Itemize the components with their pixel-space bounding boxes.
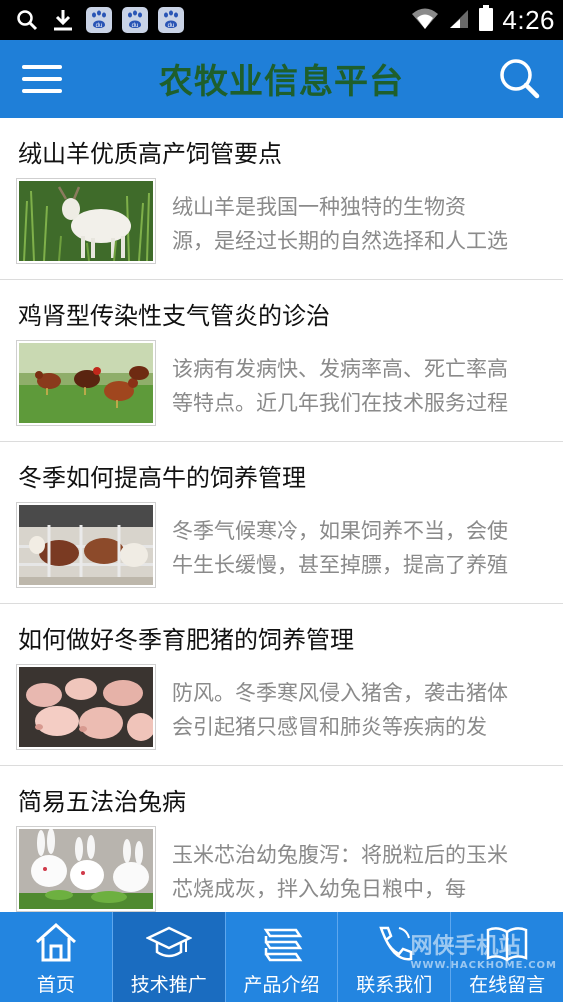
- phone-icon: [371, 920, 417, 964]
- svg-text:du: du: [132, 23, 139, 29]
- battery-icon: [478, 4, 494, 36]
- clock: 4:26: [502, 4, 555, 35]
- article-summary: 冬季气候寒冷，如果饲养不当，会使 牛生长缓慢，甚至掉膘，提高了养殖: [172, 519, 508, 577]
- article-title: 简易五法治兔病: [18, 788, 186, 816]
- list-item[interactable]: 如何做好冬季育肥猪的饲养管理 防风。冬季寒风侵入猪舍，袭击猪体 会引起猪只感冒和…: [0, 604, 563, 766]
- nav-label: 技术推广: [130, 974, 207, 996]
- download-icon: [50, 7, 76, 33]
- goat-photo: [16, 178, 156, 264]
- baidu-icon: du: [122, 7, 148, 33]
- baidu-icon: du: [86, 7, 112, 33]
- nav-contact[interactable]: 联系我们: [338, 912, 452, 1002]
- article-summary: 玉米芯治幼兔腹泻：将脱粒后的玉米 芯烧成灰，拌入幼兔日粮中，每: [172, 843, 508, 901]
- list-item[interactable]: 绒山羊优质高产饲管要点 绒山羊是我国一种独特的生物资 源，是经过长期的自然选择和…: [0, 118, 563, 280]
- cattle-photo: [16, 502, 156, 588]
- svg-text:du: du: [96, 23, 103, 29]
- nav-home[interactable]: 首页: [0, 912, 113, 1002]
- rabbits-photo: [16, 826, 156, 912]
- nav-tech-promotion[interactable]: 技术推广: [112, 912, 226, 1002]
- list-item[interactable]: 冬季如何提高牛的饲养管理 冬季气候寒冷，如果饲养不当，会使 牛生长缓慢，甚至掉膘…: [0, 442, 563, 604]
- status-bar: du du du 4:26: [0, 0, 563, 40]
- notification-icons: du du du: [14, 7, 184, 33]
- search-icon[interactable]: [497, 56, 541, 100]
- list-item[interactable]: 鸡肾型传染性支气管炎的诊治 该病有发病快、发病率高、死亡率高 等特点。近几年我们…: [0, 280, 563, 442]
- article-title: 绒山羊优质高产饲管要点: [18, 140, 282, 168]
- signal-icon: [448, 6, 470, 34]
- chickens-photo: [16, 340, 156, 426]
- book-icon: [484, 920, 530, 964]
- article-title: 如何做好冬季育肥猪的饲养管理: [18, 626, 354, 654]
- wifi-icon: [410, 6, 440, 34]
- article-title: 冬季如何提高牛的饲养管理: [18, 464, 306, 492]
- app-header: 农牧业信息平台: [0, 40, 563, 118]
- search-notification-icon: [14, 7, 40, 33]
- nav-label: 产品介绍: [243, 974, 320, 996]
- nav-label: 在线留言: [469, 974, 546, 996]
- nav-message[interactable]: 在线留言: [451, 912, 563, 1002]
- system-status: 4:26: [410, 4, 555, 36]
- pigs-photo: [16, 664, 156, 750]
- stack-icon: [258, 920, 304, 964]
- page-title: 农牧业信息平台: [159, 62, 404, 102]
- article-summary: 防风。冬季寒风侵入猪舍，袭击猪体 会引起猪只感冒和肺炎等疾病的发: [172, 681, 508, 739]
- article-summary: 该病有发病快、发病率高、死亡率高 等特点。近几年我们在技术服务过程: [172, 357, 508, 415]
- nav-label: 联系我们: [356, 974, 433, 996]
- baidu-icon: du: [158, 7, 184, 33]
- nav-label: 首页: [36, 974, 75, 996]
- bottom-nav: 首页 技术推广 产品介绍 联系我们 在线留言: [0, 912, 563, 1002]
- graduation-cap-icon: [144, 920, 193, 964]
- article-title: 鸡肾型传染性支气管炎的诊治: [18, 302, 330, 330]
- home-icon: [33, 920, 79, 964]
- nav-products[interactable]: 产品介绍: [226, 912, 339, 1002]
- svg-text:du: du: [168, 23, 175, 29]
- article-summary: 绒山羊是我国一种独特的生物资 源，是经过长期的自然选择和人工选: [172, 195, 508, 253]
- list-item[interactable]: 简易五法治兔病 玉米芯治幼兔腹泻：将脱粒后的玉米 芯烧成灰，拌入幼兔日粮中，每: [0, 766, 563, 912]
- article-list: 绒山羊优质高产饲管要点 绒山羊是我国一种独特的生物资 源，是经过长期的自然选择和…: [0, 118, 563, 912]
